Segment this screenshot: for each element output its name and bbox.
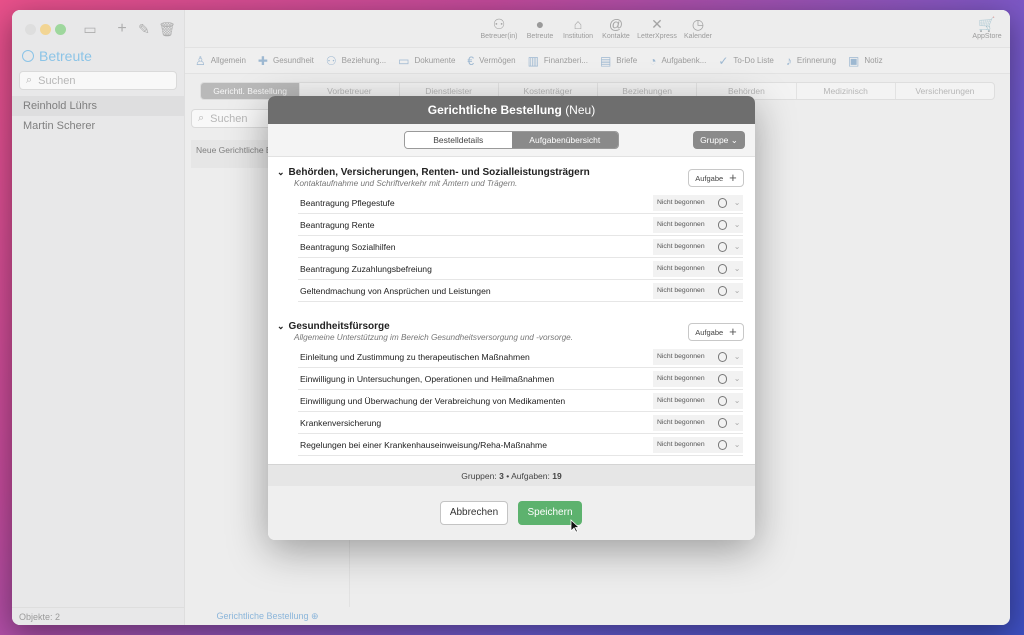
task-row[interactable]: Beantragung Pflegestufe Nicht begonnen ⌄ <box>298 192 743 214</box>
chevron-down-icon: ⌄ <box>733 197 741 207</box>
seg-bestelldetails[interactable]: Bestelldetails <box>405 132 512 148</box>
status-select[interactable]: Nicht begonnen ⌄ <box>653 194 743 211</box>
task-label: Einwilligung in Untersuchungen, Operatio… <box>300 373 555 384</box>
task-label: Einleitung und Zustimmung zu therapeutis… <box>300 351 530 362</box>
plus-icon: + <box>729 324 737 339</box>
chevron-down-icon: ⌄ <box>277 321 285 331</box>
status-select[interactable]: Nicht begonnen ⌄ <box>653 436 743 453</box>
status-circle-icon <box>717 417 728 428</box>
status-select[interactable]: Nicht begonnen ⌄ <box>653 348 743 365</box>
chevron-down-icon: ⌄ <box>733 263 741 273</box>
task-label: Beantragung Sozialhilfen <box>300 241 396 252</box>
task-row[interactable]: Einwilligung und Überwachung der Verabre… <box>298 390 743 412</box>
status-text: Nicht begonnen <box>657 353 705 360</box>
groups-count: 3 <box>499 471 504 481</box>
group-header[interactable]: ⌄ Behörden, Versicherungen, Renten- und S… <box>277 167 590 188</box>
cancel-button[interactable]: Abbrechen <box>440 501 508 525</box>
modal-title-suffix: (Neu) <box>565 103 596 117</box>
status-text: Nicht begonnen <box>657 243 705 250</box>
status-select[interactable]: Nicht begonnen ⌄ <box>653 282 743 299</box>
chevron-down-icon: ⌄ <box>733 439 741 449</box>
task-label: Beantragung Zuzahlungsbefreiung <box>300 263 432 274</box>
summary-bar: Gruppen: 3 • Aufgaben: 19 <box>268 464 755 486</box>
task-row[interactable]: Geltendmachung von Ansprüchen und Leistu… <box>298 280 743 302</box>
task-label: Regelungen bei einer Krankenhauseinweisu… <box>300 439 547 450</box>
task-row[interactable]: Beantragung Sozialhilfen Nicht begonnen ⌄ <box>298 236 743 258</box>
modal-title: Gerichtliche Bestellung <box>427 103 562 117</box>
chevron-down-icon: ⌄ <box>733 219 741 229</box>
status-circle-icon <box>717 373 728 384</box>
add-task-button[interactable]: Aufgabe + <box>688 169 744 187</box>
chevron-down-icon: ⌄ <box>733 417 741 427</box>
status-select[interactable]: Nicht begonnen ⌄ <box>653 370 743 387</box>
task-label: Einwilligung und Überwachung der Verabre… <box>300 395 566 406</box>
status-text: Nicht begonnen <box>657 221 705 228</box>
task-row[interactable]: Beantragung Zuzahlungsbefreiung Nicht beg… <box>298 258 743 280</box>
status-select[interactable]: Nicht begonnen ⌄ <box>653 392 743 409</box>
group-title: Behörden, Versicherungen, Renten- und So… <box>288 167 590 178</box>
status-select[interactable]: Nicht begonnen ⌄ <box>653 260 743 277</box>
modal-header: Gerichtliche Bestellung (Neu) <box>268 96 755 124</box>
status-text: Nicht begonnen <box>657 375 705 382</box>
status-circle-icon <box>717 285 728 296</box>
seg-aufgabenuebersicht[interactable]: Aufgabenübersicht <box>511 132 618 148</box>
status-circle-icon <box>717 197 728 208</box>
group-header[interactable]: ⌄ Gesundheitsfürsorge Allgemeine Unterstü… <box>277 321 573 342</box>
mouse-cursor-icon <box>570 519 580 533</box>
chevron-down-icon: ⌄ <box>733 285 741 295</box>
chevron-down-icon: ⌄ <box>733 241 741 251</box>
status-text: Nicht begonnen <box>657 287 705 294</box>
status-select[interactable]: Nicht begonnen ⌄ <box>653 216 743 233</box>
status-text: Nicht begonnen <box>657 265 705 272</box>
status-text: Nicht begonnen <box>657 199 705 206</box>
task-row[interactable]: Regelungen bei einer Krankenhauseinweisu… <box>298 434 743 456</box>
status-select[interactable]: Nicht begonnen ⌄ <box>653 238 743 255</box>
modal-footer: Abbrechen Speichern <box>268 486 755 540</box>
task-row[interactable]: Beantragung Rente Nicht begonnen ⌄ <box>298 214 743 236</box>
status-text: Nicht begonnen <box>657 397 705 404</box>
status-circle-icon <box>717 439 728 450</box>
status-select[interactable]: Nicht begonnen ⌄ <box>653 414 743 431</box>
task-row[interactable]: Krankenversicherung Nicht begonnen ⌄ <box>298 412 743 434</box>
task-label: Geltendmachung von Ansprüchen und Leistu… <box>300 285 491 296</box>
task-row[interactable]: Einleitung und Zustimmung zu therapeutis… <box>298 346 743 368</box>
group-subtitle: Allgemeine Unterstützung im Bereich Gesu… <box>294 333 573 342</box>
group-title: Gesundheitsfürsorge <box>288 321 390 332</box>
chevron-down-icon: ⌄ <box>733 373 741 383</box>
task-label: Krankenversicherung <box>300 417 382 428</box>
group-button-label: Gruppe <box>700 135 729 145</box>
add-task-label: Aufgabe <box>695 173 724 183</box>
task-label: Beantragung Rente <box>300 219 375 230</box>
group-subtitle: Kontaktaufnahme und Schriftverkehr mit Ä… <box>294 179 518 188</box>
chevron-down-icon: ⌄ <box>733 351 741 361</box>
modal-segmented-control: Bestelldetails Aufgabenübersicht <box>404 131 619 149</box>
status-circle-icon <box>717 219 728 230</box>
status-text: Nicht begonnen <box>657 419 705 426</box>
groups-label: Gruppen: <box>461 471 497 481</box>
status-text: Nicht begonnen <box>657 441 705 448</box>
group-dropdown-button[interactable]: Gruppe ⌄ <box>693 131 745 149</box>
chevron-down-icon: ⌄ <box>730 135 738 145</box>
tasks-label: Aufgaben: <box>511 471 550 481</box>
task-groups-list: ⌄ Behörden, Versicherungen, Renten- und S… <box>268 157 755 464</box>
task-row[interactable]: Einwilligung in Untersuchungen, Operatio… <box>298 368 743 390</box>
chevron-down-icon: ⌄ <box>733 395 741 405</box>
add-task-label: Aufgabe <box>695 327 724 337</box>
task-label: Beantragung Pflegestufe <box>300 197 395 208</box>
plus-icon: + <box>729 170 737 185</box>
add-task-button[interactable]: Aufgabe + <box>688 323 744 341</box>
tasks-count: 19 <box>552 471 562 481</box>
status-circle-icon <box>717 351 728 362</box>
modal-dialog: Gerichtliche Bestellung (Neu) Bestelldet… <box>268 96 755 540</box>
status-circle-icon <box>717 395 728 406</box>
status-circle-icon <box>717 263 728 274</box>
summary-separator: • <box>506 471 510 481</box>
chevron-down-icon: ⌄ <box>277 167 285 177</box>
status-circle-icon <box>717 241 728 252</box>
